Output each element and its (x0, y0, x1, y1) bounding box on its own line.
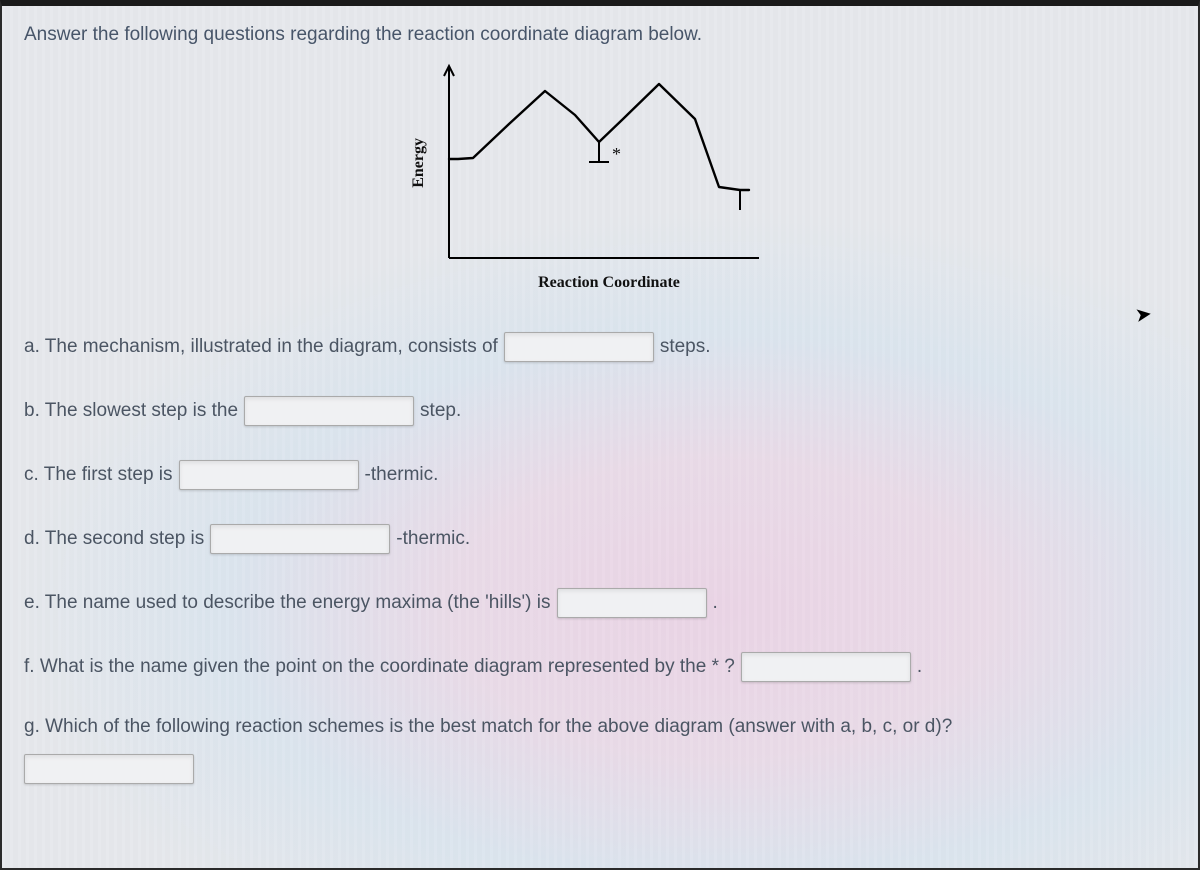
question-e-pre: e. The name used to describe the energy … (24, 592, 551, 614)
question-d: d. The second step is -thermic. (24, 524, 1176, 554)
question-f-post: . (917, 656, 922, 678)
answer-blank-c[interactable] (179, 460, 359, 490)
intermediate-asterisk: * (612, 144, 621, 164)
question-c-post: -thermic. (365, 464, 439, 486)
question-e-post: . (713, 592, 718, 614)
reaction-coordinate-diagram: Energy * Reaction Coordinate (410, 58, 790, 292)
y-axis-label: Energy (410, 138, 428, 188)
cursor-icon: ➤ (1134, 301, 1154, 328)
instruction-text: Answer the following questions regarding… (24, 24, 1176, 46)
answer-blank-d[interactable] (210, 524, 390, 554)
question-a-post: steps. (660, 336, 711, 358)
question-f-pre: f. What is the name given the point on t… (24, 656, 735, 678)
question-b: b. The slowest step is the step. (24, 396, 1176, 426)
answer-blank-a[interactable] (504, 332, 654, 362)
answer-blank-f[interactable] (741, 652, 911, 682)
question-g-pre: g. Which of the following reaction schem… (24, 716, 952, 738)
question-a: a. The mechanism, illustrated in the dia… (24, 332, 1176, 362)
answer-blank-b[interactable] (244, 396, 414, 426)
question-g: g. Which of the following reaction schem… (24, 716, 1176, 738)
answer-blank-g[interactable] (24, 754, 194, 784)
answer-blank-e[interactable] (557, 588, 707, 618)
question-d-post: -thermic. (396, 528, 470, 550)
question-f: f. What is the name given the point on t… (24, 652, 1176, 682)
energy-plot: * (434, 58, 764, 268)
question-b-post: step. (420, 400, 461, 422)
question-c-pre: c. The first step is (24, 464, 173, 486)
question-d-pre: d. The second step is (24, 528, 204, 550)
question-b-pre: b. The slowest step is the (24, 400, 238, 422)
question-a-pre: a. The mechanism, illustrated in the dia… (24, 336, 498, 358)
x-axis-label: Reaction Coordinate (428, 274, 790, 292)
question-c: c. The first step is -thermic. (24, 460, 1176, 490)
question-e: e. The name used to describe the energy … (24, 588, 1176, 618)
